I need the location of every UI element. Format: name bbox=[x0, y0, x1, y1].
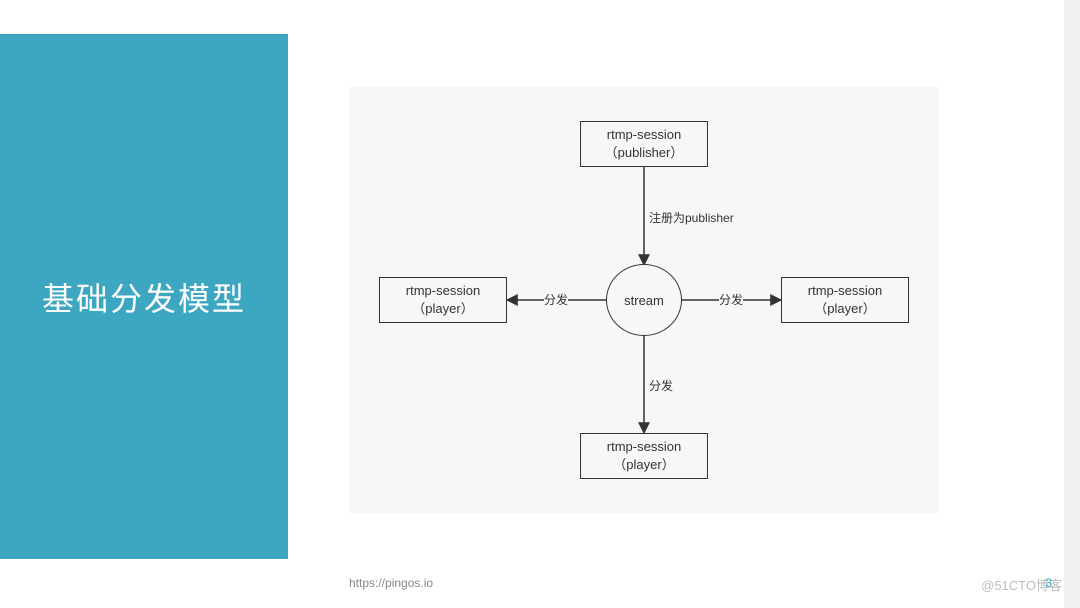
edge-label-dist-left: 分发 bbox=[544, 291, 568, 308]
node-publisher-l1: rtmp-session bbox=[607, 126, 681, 144]
node-player-bottom-l2: （player） bbox=[613, 456, 674, 474]
edge-label-publish: 注册为publisher bbox=[649, 209, 734, 226]
node-player-left-l1: rtmp-session bbox=[406, 282, 480, 300]
node-player-right-l2: （player） bbox=[814, 300, 875, 318]
edge-label-dist-bottom: 分发 bbox=[649, 377, 673, 394]
node-player-bottom-l1: rtmp-session bbox=[607, 438, 681, 456]
slide-title: 基础分发模型 bbox=[42, 274, 246, 320]
node-player-left: rtmp-session （player） bbox=[379, 277, 507, 323]
edge-label-dist-right: 分发 bbox=[719, 291, 743, 308]
node-publisher-l2: （publisher） bbox=[605, 144, 684, 162]
node-player-bottom: rtmp-session （player） bbox=[580, 433, 708, 479]
node-player-right-l1: rtmp-session bbox=[808, 282, 882, 300]
scrollbar-track[interactable] bbox=[1064, 0, 1080, 608]
node-publisher: rtmp-session （publisher） bbox=[580, 121, 708, 167]
node-stream: stream bbox=[606, 264, 682, 336]
node-player-right: rtmp-session （player） bbox=[781, 277, 909, 323]
title-panel: 基础分发模型 bbox=[0, 34, 288, 559]
diagram-canvas: rtmp-session （publisher） stream rtmp-ses… bbox=[349, 87, 939, 513]
page-number: 3 bbox=[1045, 576, 1052, 590]
footer-url[interactable]: https://pingos.io bbox=[349, 576, 433, 590]
node-stream-label: stream bbox=[624, 293, 664, 308]
node-player-left-l2: （player） bbox=[412, 300, 473, 318]
